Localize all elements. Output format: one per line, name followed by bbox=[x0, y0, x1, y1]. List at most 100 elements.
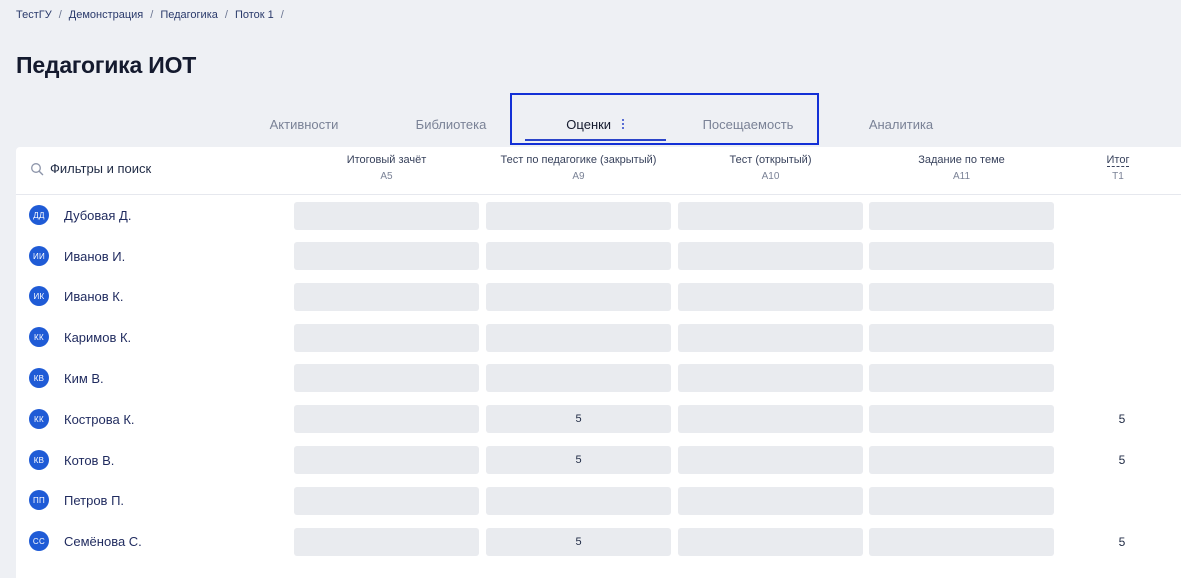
student-name: Кострова К. bbox=[64, 411, 135, 427]
avatar: КВ bbox=[29, 450, 49, 470]
grade-cell[interactable] bbox=[486, 242, 671, 270]
student-row[interactable]: ПП Петров П. bbox=[29, 490, 124, 510]
student-row[interactable]: ИИ Иванов И. bbox=[29, 246, 125, 266]
student-name: Каримов К. bbox=[64, 329, 132, 345]
filter-search-button[interactable]: Фильтры и поиск bbox=[30, 161, 151, 176]
column-code: A5 bbox=[380, 171, 393, 182]
grade-cell[interactable] bbox=[486, 324, 671, 352]
total-cell: 5 bbox=[1118, 453, 1126, 467]
tab-label: Активности bbox=[269, 117, 339, 132]
avatar: КК bbox=[29, 409, 49, 429]
search-label: Фильтры и поиск bbox=[50, 161, 152, 176]
grade-cell[interactable] bbox=[486, 364, 671, 392]
column-code: T1 bbox=[1112, 171, 1124, 182]
grade-cell[interactable] bbox=[294, 528, 479, 556]
tab-activities[interactable]: Активности bbox=[258, 108, 350, 140]
total-cell bbox=[1107, 487, 1137, 515]
grade-cell[interactable] bbox=[869, 487, 1054, 515]
student-row[interactable]: КК Каримов К. bbox=[29, 327, 131, 347]
grade-cell[interactable] bbox=[294, 364, 479, 392]
grade-cell[interactable] bbox=[678, 487, 863, 515]
column-header-total[interactable]: Итог T1 bbox=[1098, 154, 1138, 182]
tab-analytics[interactable]: Аналитика bbox=[860, 108, 942, 140]
breadcrumb-item-testgu[interactable]: ТестГУ bbox=[16, 9, 52, 21]
tab-label: Аналитика bbox=[868, 117, 934, 132]
total-cell bbox=[1107, 202, 1137, 230]
grade-cell[interactable] bbox=[678, 202, 863, 230]
grade-cell[interactable] bbox=[869, 283, 1054, 311]
column-code: A11 bbox=[952, 171, 971, 182]
column-header-pedagogy-test[interactable]: Тест по педагогике (закрытый) A9 bbox=[486, 154, 671, 182]
grade-cell[interactable] bbox=[869, 202, 1054, 230]
grade-cell[interactable] bbox=[294, 446, 479, 474]
grade-cell[interactable] bbox=[294, 202, 479, 230]
total-cell bbox=[1107, 364, 1137, 392]
student-row[interactable]: КВ Котов В. bbox=[29, 450, 114, 470]
student-row[interactable]: КВ Ким В. bbox=[29, 368, 104, 388]
grade-cell[interactable]: 5 bbox=[486, 405, 671, 433]
column-title: Итог bbox=[1106, 154, 1130, 167]
breadcrumb-item-stream[interactable]: Поток 1 bbox=[235, 9, 274, 21]
grade-cell[interactable] bbox=[678, 405, 863, 433]
student-row[interactable]: ДД Дубовая Д. bbox=[29, 205, 131, 225]
grade-cell[interactable] bbox=[294, 324, 479, 352]
grade-cell[interactable] bbox=[869, 405, 1054, 433]
column-code: A9 bbox=[572, 171, 585, 182]
column-header-topic-task[interactable]: Задание по теме A11 bbox=[869, 154, 1054, 182]
search-icon bbox=[30, 162, 44, 176]
active-tab-indicator bbox=[525, 139, 666, 141]
grade-cell[interactable]: 5 bbox=[486, 528, 671, 556]
gradebook-panel: Фильтры и поиск Итоговый зачёт A5 Тест п… bbox=[16, 147, 1181, 578]
student-row[interactable]: СС Семёнова С. bbox=[29, 531, 142, 551]
grade-cell[interactable] bbox=[486, 202, 671, 230]
breadcrumb-separator: / bbox=[58, 9, 62, 21]
column-title: Тест (открытый) bbox=[729, 154, 812, 166]
grade-cell[interactable] bbox=[869, 528, 1054, 556]
student-row[interactable]: ИК Иванов К. bbox=[29, 286, 123, 306]
column-header-open-test[interactable]: Тест (открытый) A10 bbox=[678, 154, 863, 182]
grade-cell[interactable] bbox=[869, 364, 1054, 392]
column-title: Задание по теме bbox=[918, 154, 1005, 166]
grade-cell[interactable] bbox=[486, 487, 671, 515]
avatar: ИК bbox=[29, 286, 49, 306]
student-row[interactable]: КК Кострова К. bbox=[29, 409, 135, 429]
tab-attendance[interactable]: Посещаемость bbox=[688, 108, 808, 140]
avatar: СС bbox=[29, 531, 49, 551]
page-title: Педагогика ИОТ bbox=[16, 52, 197, 78]
student-name: Ким В. bbox=[64, 370, 104, 386]
grade-cell[interactable] bbox=[678, 283, 863, 311]
tab-grades[interactable]: Оценки bbox=[525, 108, 666, 141]
grade-cell[interactable] bbox=[678, 528, 863, 556]
grade-cell[interactable] bbox=[294, 405, 479, 433]
tab-bar: Активности Библиотека Оценки Посещаемост… bbox=[0, 108, 1181, 142]
grade-cell[interactable] bbox=[678, 446, 863, 474]
tab-label: Библиотека bbox=[415, 117, 487, 132]
total-cell bbox=[1107, 283, 1137, 311]
column-title: Итоговый зачёт bbox=[346, 154, 427, 166]
avatar: ПП bbox=[29, 490, 49, 510]
grade-cell[interactable] bbox=[869, 242, 1054, 270]
grade-cell[interactable] bbox=[294, 487, 479, 515]
student-name: Семёнова С. bbox=[64, 533, 142, 549]
student-name: Иванов К. bbox=[64, 288, 124, 304]
grade-cell[interactable] bbox=[294, 283, 479, 311]
student-name: Петров П. bbox=[64, 492, 125, 508]
avatar: ДД bbox=[29, 205, 49, 225]
column-title: Тест по педагогике (закрытый) bbox=[500, 154, 657, 166]
grade-cell[interactable] bbox=[486, 283, 671, 311]
more-vertical-icon[interactable] bbox=[621, 118, 625, 130]
breadcrumb: ТестГУ / Демонстрация / Педагогика / Пот… bbox=[16, 9, 291, 21]
breadcrumb-item-demo[interactable]: Демонстрация bbox=[69, 9, 144, 21]
breadcrumb-item-pedagogy[interactable]: Педагогика bbox=[160, 9, 218, 21]
grade-cell[interactable] bbox=[869, 324, 1054, 352]
grade-cell[interactable]: 5 bbox=[486, 446, 671, 474]
grade-cell[interactable] bbox=[678, 242, 863, 270]
tab-library[interactable]: Библиотека bbox=[405, 108, 497, 140]
gradebook-header: Фильтры и поиск Итоговый зачёт A5 Тест п… bbox=[16, 147, 1181, 195]
grade-cell[interactable] bbox=[678, 324, 863, 352]
breadcrumb-separator: / bbox=[150, 9, 154, 21]
column-header-final-test[interactable]: Итоговый зачёт A5 bbox=[294, 154, 479, 182]
grade-cell[interactable] bbox=[869, 446, 1054, 474]
grade-cell[interactable] bbox=[294, 242, 479, 270]
grade-cell[interactable] bbox=[678, 364, 863, 392]
